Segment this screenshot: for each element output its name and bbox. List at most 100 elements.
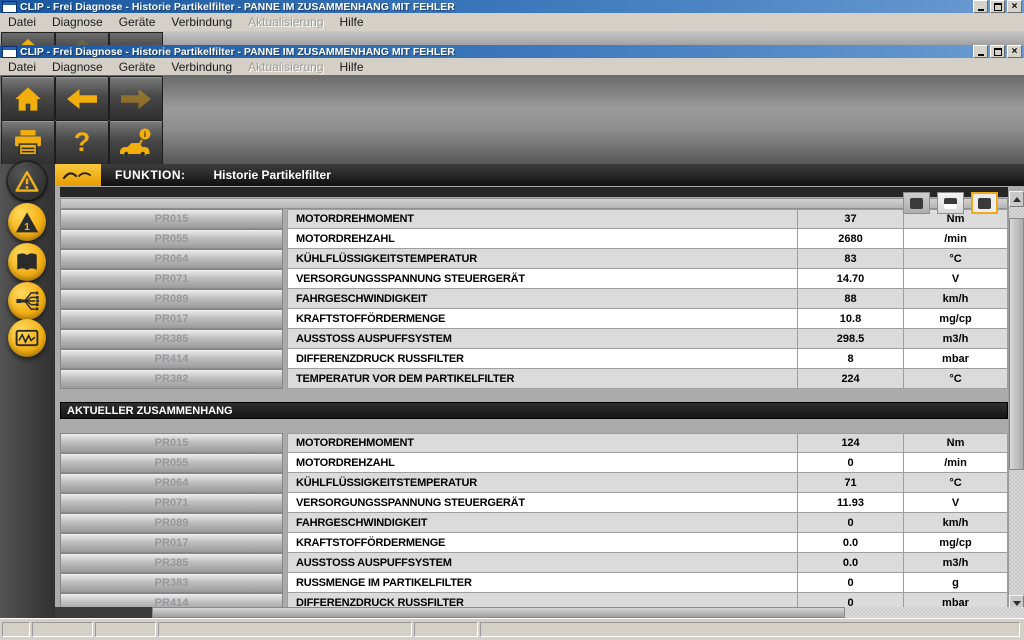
svg-text:1: 1: [24, 222, 30, 233]
menu-item-hilfe[interactable]: Hilfe: [332, 15, 372, 29]
hscrollbar-thumb[interactable]: [152, 607, 845, 618]
table-row[interactable]: PR383RUSSMENGE IM PARTIKELFILTER0g: [60, 573, 1008, 593]
restore-button[interactable]: [990, 45, 1005, 58]
horizontal-scrollbar[interactable]: [55, 607, 1024, 618]
param-code: PR017: [60, 533, 283, 553]
param-code: PR071: [60, 493, 283, 513]
table-row[interactable]: PR055MOTORDREHZAHL0/min: [60, 453, 1008, 473]
table-row[interactable]: PR071VERSORGUNGSSPANNUNG STEUERGERÄT11.9…: [60, 493, 1008, 513]
table-row[interactable]: PR017KRAFTSTOFFÖRDERMENGE0.0mg/cp: [60, 533, 1008, 553]
table-row[interactable]: PR414DIFFERENZDRUCK RUSSFILTER8mbar: [60, 349, 1008, 369]
scrolled-section-header: [60, 187, 1008, 197]
split-view-button[interactable]: [937, 192, 964, 214]
vertical-scrollbar[interactable]: [1008, 191, 1024, 612]
param-name: KÜHLFLÜSSIGKEITSTEMPERATUR: [288, 249, 797, 268]
table-row[interactable]: PR064KÜHLFLÜSSIGKEITSTEMPERATUR71°C: [60, 473, 1008, 493]
back-button[interactable]: [55, 76, 109, 121]
view-mode-switcher: [903, 192, 1005, 214]
table-row[interactable]: PR064KÜHLFLÜSSIGKEITSTEMPERATUR83°C: [60, 249, 1008, 269]
param-unit: m3/h: [903, 553, 1007, 572]
param-row-body: KÜHLFLÜSSIGKEITSTEMPERATUR71°C: [287, 473, 1008, 493]
window-title: CLIP - Frei Diagnose - Historie Partikel…: [20, 1, 455, 13]
table-row[interactable]: PR089FAHRGESCHWINDIGKEIT0km/h: [60, 513, 1008, 533]
param-code: PR385: [60, 553, 283, 573]
param-value: 11.93: [797, 493, 903, 512]
param-code: PR015: [60, 433, 283, 453]
table-row[interactable]: PR385AUSSTOSS AUSPUFFSYSTEM0.0m3/h: [60, 553, 1008, 573]
table-row[interactable]: PR015MOTORDREHMOMENT124Nm: [60, 433, 1008, 453]
param-row-body: MOTORDREHMOMENT37Nm: [287, 209, 1008, 229]
vehicle-info-icon: i: [118, 128, 154, 158]
help-button[interactable]: ?: [55, 120, 109, 165]
table-row[interactable]: PR385AUSSTOSS AUSPUFFSYSTEM298.5m3/h: [60, 329, 1008, 349]
outer-menubar: DateiDiagnoseGeräteVerbindungAktualisier…: [0, 13, 1024, 32]
table-row[interactable]: PR015MOTORDREHMOMENT37Nm: [60, 209, 1008, 229]
param-row-body: KÜHLFLÜSSIGKEITSTEMPERATUR83°C: [287, 249, 1008, 269]
restore-button[interactable]: [990, 0, 1005, 13]
menu-item-datei[interactable]: Datei: [0, 15, 44, 29]
param-name: AUSSTOSS AUSPUFFSYSTEM: [288, 553, 797, 572]
home-button-cutoff[interactable]: [1, 32, 55, 45]
param-value: 124: [797, 434, 903, 452]
minimize-button[interactable]: [973, 45, 988, 58]
print-button[interactable]: [1, 120, 55, 165]
oscilloscope-icon: [14, 326, 40, 350]
param-name: VERSORGUNGSSPANNUNG STEUERGERÄT: [288, 269, 797, 288]
menu-item-verbindung[interactable]: Verbindung: [163, 15, 240, 29]
close-button[interactable]: ×: [1007, 45, 1022, 58]
back-button-cutoff[interactable]: [55, 32, 109, 45]
param-unit: m3/h: [903, 329, 1007, 348]
close-button[interactable]: ×: [1007, 0, 1022, 13]
scroll-up-button[interactable]: [1009, 191, 1024, 207]
oscilloscope-button[interactable]: [8, 319, 46, 357]
forward-button[interactable]: [109, 76, 163, 121]
param-code: PR064: [60, 473, 283, 493]
forward-button-cutoff[interactable]: [109, 32, 163, 45]
home-button[interactable]: [1, 76, 55, 121]
param-name: KRAFTSTOFFÖRDERMENGE: [288, 533, 797, 552]
param-unit: km/h: [903, 513, 1007, 532]
param-unit: mg/cp: [903, 309, 1007, 328]
minimize-icon: [978, 54, 984, 56]
menu-item-diagnose[interactable]: Diagnose: [44, 15, 111, 29]
param-value: 2680: [797, 229, 903, 248]
param-value: 0.0: [797, 533, 903, 552]
svg-text:i: i: [144, 130, 146, 139]
param-row-body: KRAFTSTOFFÖRDERMENGE10.8mg/cp: [287, 309, 1008, 329]
menu-item-geräte[interactable]: Geräte: [111, 15, 164, 29]
table-row[interactable]: PR071VERSORGUNGSSPANNUNG STEUERGERÄT14.7…: [60, 269, 1008, 289]
param-code: PR089: [60, 513, 283, 533]
fault-count-button[interactable]: 1: [8, 203, 46, 241]
parameter-table-area: PR015MOTORDREHMOMENT37NmPR055MOTORDREHZA…: [55, 186, 1024, 618]
menu-item-datei[interactable]: Datei: [0, 60, 44, 74]
table-row[interactable]: PR089FAHRGESCHWINDIGKEIT88km/h: [60, 289, 1008, 309]
param-row-body: AUSSTOSS AUSPUFFSYSTEM0.0m3/h: [287, 553, 1008, 573]
menu-item-geräte[interactable]: Geräte: [111, 60, 164, 74]
documentation-button[interactable]: [8, 243, 46, 281]
table-row[interactable]: PR055MOTORDREHZAHL2680/min: [60, 229, 1008, 249]
menu-item-verbindung[interactable]: Verbindung: [163, 60, 240, 74]
menu-item-hilfe[interactable]: Hilfe: [332, 60, 372, 74]
vehicle-info-button[interactable]: i: [109, 120, 163, 165]
menu-item-diagnose[interactable]: Diagnose: [44, 60, 111, 74]
table-row[interactable]: PR382TEMPERATUR VOR DEM PARTIKELFILTER22…: [60, 369, 1008, 389]
fault-warning-button[interactable]: [8, 162, 46, 200]
param-name: MOTORDREHMOMENT: [288, 210, 797, 228]
forward-arrow-icon: [121, 89, 151, 109]
single-view-button[interactable]: [903, 192, 930, 214]
wiring-harness-icon: [14, 288, 40, 314]
outer-titlebar: CLIP - Frei Diagnose - Historie Partikel…: [0, 0, 1024, 13]
wiring-button[interactable]: [8, 282, 46, 320]
param-name: AUSSTOSS AUSPUFFSYSTEM: [288, 329, 797, 348]
param-name: FAHRGESCHWINDIGKEIT: [288, 513, 797, 532]
app-icon: [2, 46, 17, 58]
warning-triangle-icon: [14, 169, 40, 193]
table-row[interactable]: PR017KRAFTSTOFFÖRDERMENGE10.8mg/cp: [60, 309, 1008, 329]
scrollbar-thumb[interactable]: [1009, 218, 1024, 470]
grid-view-button[interactable]: [971, 192, 998, 214]
param-value: 37: [797, 210, 903, 228]
minimize-button[interactable]: [973, 0, 988, 13]
param-unit: °C: [903, 473, 1007, 492]
param-code: PR017: [60, 309, 283, 329]
window-title: CLIP - Frei Diagnose - Historie Partikel…: [20, 46, 455, 58]
